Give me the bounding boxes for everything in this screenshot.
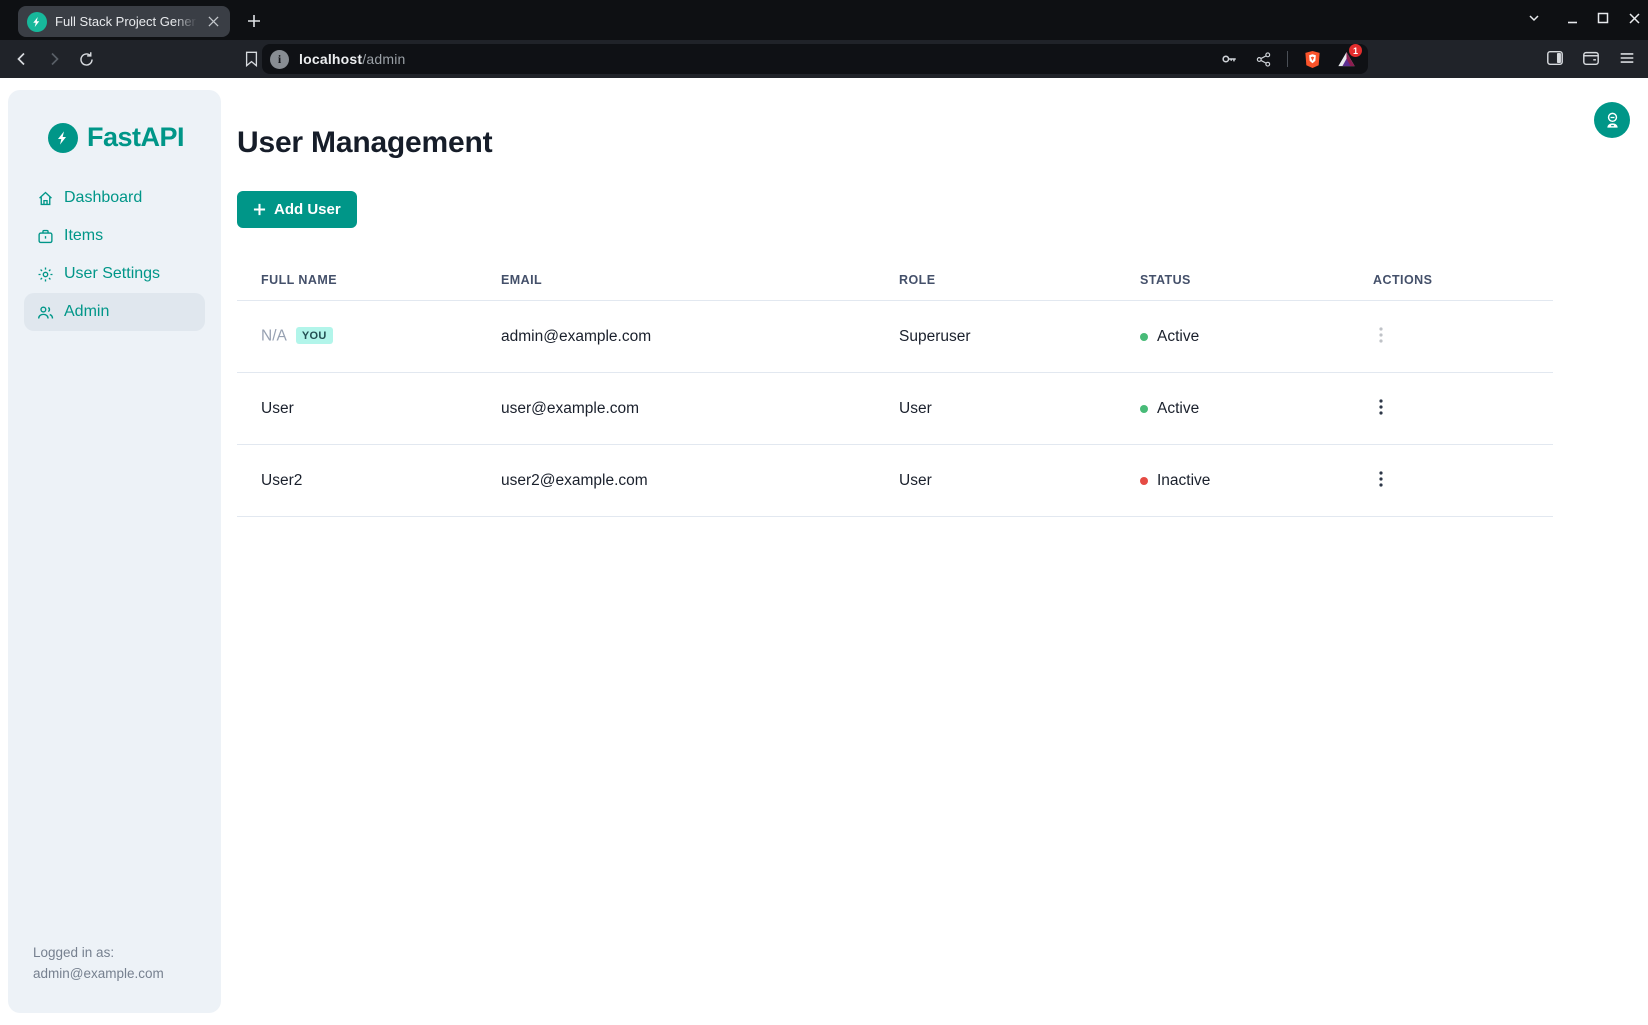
cell-role: User — [875, 445, 1116, 517]
logo-text: FastAPI — [87, 122, 184, 153]
minimize-icon[interactable] — [1564, 10, 1580, 26]
url-path: /admin — [362, 51, 405, 67]
user-astronaut-icon — [1603, 111, 1622, 130]
cell-role: Superuser — [875, 301, 1116, 373]
logged-in-email: admin@example.com — [33, 964, 164, 985]
back-icon[interactable] — [11, 48, 33, 70]
logged-in-label: Logged in as: — [33, 943, 164, 964]
status-dot-icon — [1140, 333, 1148, 341]
tab-close-icon[interactable] — [204, 13, 222, 31]
cell-full-name: User2 — [237, 445, 477, 517]
user-menu-button[interactable] — [1594, 102, 1630, 138]
new-tab-button[interactable] — [243, 10, 265, 32]
users-table: Full Name Email Role Status Actions N/A Y… — [237, 256, 1553, 517]
rewards-badge: 1 — [1349, 44, 1362, 57]
address-bar[interactable]: i localhost/admin 1 — [262, 44, 1368, 74]
sidebar-nav: Dashboard Items User Settings Admin — [24, 179, 205, 331]
tab-title: Full Stack Project Genera — [55, 14, 200, 29]
browser-tab-bar: Full Stack Project Genera — [0, 0, 1648, 40]
divider — [1287, 51, 1288, 67]
sidebar-item-label: Admin — [64, 303, 109, 321]
key-icon[interactable] — [1219, 49, 1239, 69]
toolbar-right-icons — [1545, 48, 1636, 67]
row-actions-menu-button[interactable] — [1373, 397, 1389, 417]
page-title: User Management — [237, 126, 1648, 160]
table-row: User user@example.com User Active — [237, 373, 1553, 445]
sidebar-item-admin[interactable]: Admin — [24, 293, 205, 331]
add-user-button[interactable]: Add User — [237, 191, 357, 228]
status-dot-icon — [1140, 405, 1148, 413]
col-status: Status — [1116, 256, 1349, 301]
fastapi-logo-icon — [48, 123, 78, 153]
sidebar-item-label: Items — [64, 227, 103, 245]
menu-icon[interactable] — [1617, 48, 1636, 67]
users-icon — [36, 303, 54, 321]
cell-full-name: N/A — [261, 328, 287, 345]
table-row: N/A YOU admin@example.com Superuser Activ… — [237, 301, 1553, 373]
row-actions-menu-button[interactable] — [1373, 469, 1389, 489]
share-icon[interactable] — [1253, 49, 1273, 69]
reload-icon[interactable] — [75, 48, 97, 70]
chevron-down-icon[interactable] — [1526, 10, 1542, 26]
col-email: Email — [477, 256, 875, 301]
cell-email: admin@example.com — [477, 301, 875, 373]
bookmark-icon[interactable] — [240, 48, 262, 70]
col-actions: Actions — [1349, 256, 1553, 301]
sidebar-item-dashboard[interactable]: Dashboard — [24, 179, 205, 217]
status-dot-icon — [1140, 477, 1148, 485]
gear-icon — [36, 265, 54, 283]
briefcase-icon — [36, 227, 54, 245]
browser-tab[interactable]: Full Stack Project Genera — [18, 6, 230, 37]
sidebar: FastAPI Dashboard Items User Settings — [8, 90, 221, 1013]
status-badge: Active — [1140, 400, 1349, 418]
table-header-row: Full Name Email Role Status Actions — [237, 256, 1553, 301]
brave-rewards-icon[interactable]: 1 — [1336, 49, 1356, 69]
url-host: localhost — [299, 51, 362, 67]
main-content: User Management Add User Full Name Email… — [221, 78, 1648, 517]
site-info-icon[interactable]: i — [270, 50, 289, 69]
window-controls — [1526, 10, 1642, 26]
brave-shield-icon[interactable] — [1302, 49, 1322, 69]
fastapi-favicon-icon — [27, 12, 47, 32]
table-row: User2 user2@example.com User Inactive — [237, 445, 1553, 517]
sidebar-item-label: Dashboard — [64, 189, 142, 207]
sidebar-item-user-settings[interactable]: User Settings — [24, 255, 205, 293]
status-badge: Active — [1140, 328, 1349, 346]
page: FastAPI Dashboard Items User Settings — [0, 78, 1648, 1025]
cell-role: User — [875, 373, 1116, 445]
sidebar-panel-icon[interactable] — [1545, 48, 1564, 67]
close-icon[interactable] — [1626, 10, 1642, 26]
status-badge: Inactive — [1140, 472, 1349, 490]
wallet-icon[interactable] — [1581, 48, 1600, 67]
you-badge: YOU — [296, 327, 333, 344]
col-role: Role — [875, 256, 1116, 301]
url-text[interactable]: localhost/admin — [299, 51, 406, 67]
cell-email: user2@example.com — [477, 445, 875, 517]
home-icon — [36, 189, 54, 207]
maximize-icon[interactable] — [1595, 10, 1611, 26]
sidebar-item-label: User Settings — [64, 265, 160, 283]
row-actions-menu-button — [1373, 325, 1389, 345]
cell-email: user@example.com — [477, 373, 875, 445]
logo: FastAPI — [48, 122, 205, 153]
cell-full-name: User — [237, 373, 477, 445]
logged-in-info: Logged in as: admin@example.com — [33, 943, 164, 985]
forward-icon[interactable] — [43, 48, 65, 70]
plus-icon — [253, 203, 266, 216]
browser-toolbar: i localhost/admin 1 — [0, 40, 1648, 78]
sidebar-item-items[interactable]: Items — [24, 217, 205, 255]
col-full-name: Full Name — [237, 256, 477, 301]
